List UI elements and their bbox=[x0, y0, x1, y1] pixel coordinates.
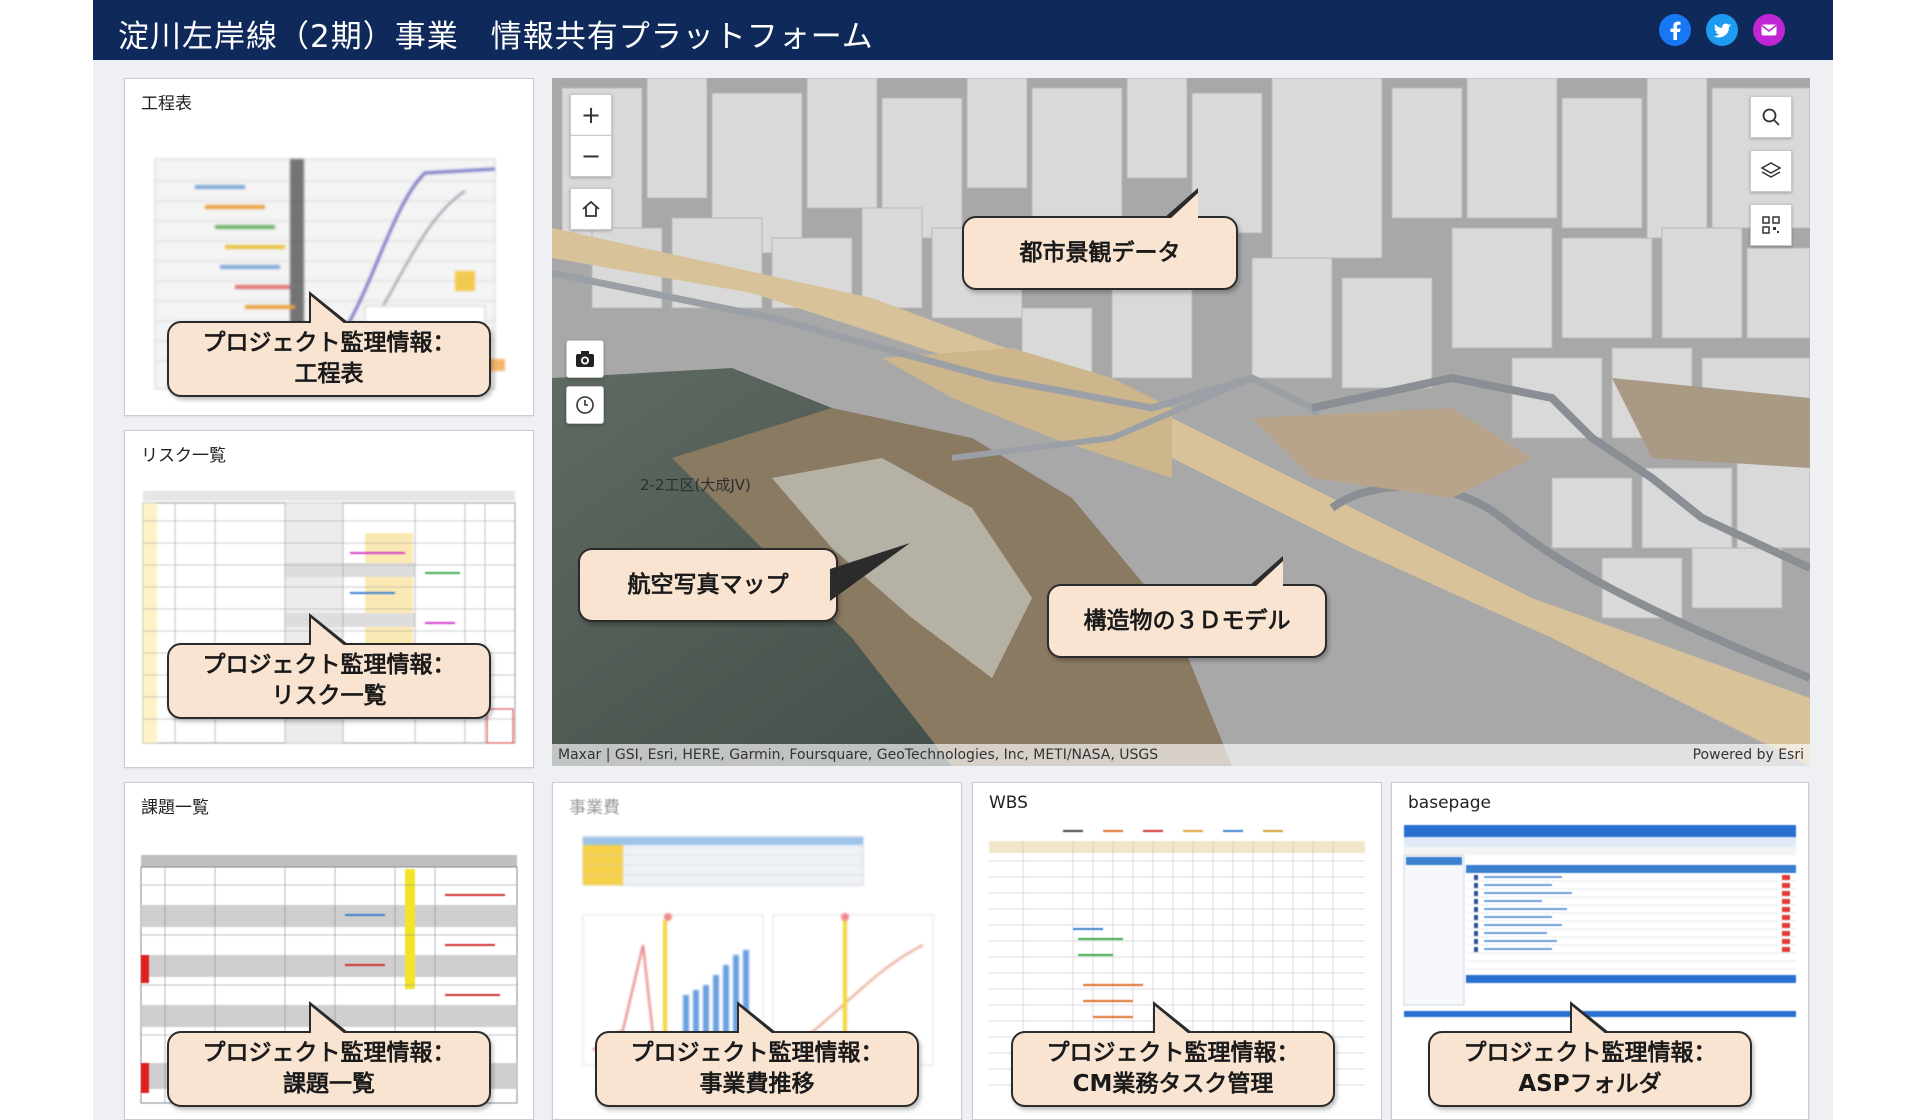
wbs-panel-title: WBS bbox=[989, 793, 1028, 813]
basepage-callout-line2: ASPフォルダ bbox=[1518, 1071, 1662, 1097]
map-scene bbox=[552, 78, 1810, 766]
search-icon bbox=[1762, 108, 1780, 126]
schedule-panel[interactable]: 工程表 プロジェクト監理情報： 工程表 bbox=[124, 78, 534, 416]
cost-panel[interactable]: 事業費 プロジェクト監理情報： 事業費推移 bbox=[552, 782, 962, 1120]
basepage-panel-title: basepage bbox=[1408, 793, 1491, 813]
basepage-panel[interactable]: basepage プロジェクト監理情報： ASPフォルダ bbox=[1391, 782, 1809, 1120]
city-model-callout: 都市景観データ bbox=[962, 188, 1238, 290]
risk-panel[interactable]: リスク一覧 プロジェクト監理情報： リスク一覧 bbox=[124, 430, 534, 768]
snapshot-button[interactable] bbox=[566, 340, 604, 378]
camera-icon bbox=[576, 351, 594, 367]
schedule-callout-line2: 工程表 bbox=[294, 361, 364, 387]
twitter-icon[interactable] bbox=[1705, 13, 1739, 47]
risk-callout-line2: リスク一覧 bbox=[271, 683, 387, 709]
risk-callout-line1: プロジェクト監理情報： bbox=[202, 652, 456, 678]
wbs-callout-line2: CM業務タスク管理 bbox=[1072, 1071, 1274, 1097]
cost-callout-line2: 事業費推移 bbox=[699, 1071, 815, 1097]
home-button[interactable] bbox=[570, 188, 612, 230]
powered-by-esri[interactable]: Powered by Esri bbox=[1693, 747, 1804, 763]
issues-panel[interactable]: 課題一覧 プロジェクト監理情報： 課題一覧 bbox=[124, 782, 534, 1120]
basepage-callout-line1: プロジェクト監理情報： bbox=[1463, 1040, 1717, 1066]
structure-3d-callout: 構造物の３Ｄモデル bbox=[1047, 556, 1327, 658]
search-button[interactable] bbox=[1750, 96, 1792, 138]
basepage-callout: プロジェクト監理情報： ASPフォルダ bbox=[1428, 1001, 1752, 1107]
qr-code-button[interactable] bbox=[1750, 204, 1792, 246]
map-attribution-bar: Maxar | GSI, Esri, HERE, Garmin, Foursqu… bbox=[552, 744, 1810, 766]
cost-callout: プロジェクト監理情報： 事業費推移 bbox=[595, 1001, 919, 1107]
app-title: 淀川左岸線（2期）事業 情報共有プラットフォーム bbox=[118, 19, 874, 55]
issues-callout: プロジェクト監理情報： 課題一覧 bbox=[167, 1001, 491, 1107]
wbs-callout: プロジェクト監理情報： CM業務タスク管理 bbox=[1011, 1001, 1335, 1107]
schedule-panel-title: 工程表 bbox=[141, 94, 192, 114]
clock-icon bbox=[576, 396, 594, 414]
structure-3d-callout-text: 構造物の３Ｄモデル bbox=[1083, 607, 1291, 634]
zoom-in-button[interactable]: + bbox=[570, 94, 612, 136]
zoom-out-button[interactable]: − bbox=[570, 135, 612, 177]
email-icon[interactable] bbox=[1752, 13, 1786, 47]
layers-button[interactable] bbox=[1750, 150, 1792, 192]
layers-icon bbox=[1760, 162, 1782, 178]
qr-code-icon bbox=[1762, 216, 1780, 234]
issues-callout-line1: プロジェクト監理情報： bbox=[202, 1040, 456, 1066]
cost-panel-title: 事業費 bbox=[569, 798, 620, 818]
header-bar: 淀川左岸線（2期）事業 情報共有プラットフォーム bbox=[93, 0, 1833, 60]
home-icon bbox=[582, 200, 600, 217]
issues-panel-title: 課題一覧 bbox=[141, 798, 209, 818]
city-model-callout-text: 都市景観データ bbox=[1019, 239, 1181, 266]
schedule-callout: プロジェクト監理情報： 工程表 bbox=[167, 291, 491, 397]
construction-area-label: 2-2工区(大成JV) bbox=[640, 476, 751, 494]
schedule-callout-line1: プロジェクト監理情報： bbox=[202, 330, 456, 356]
aerial-photo-callout-text: 航空写真マップ bbox=[627, 571, 789, 598]
time-button[interactable] bbox=[566, 386, 604, 424]
issues-callout-line2: 課題一覧 bbox=[283, 1071, 375, 1097]
map-attribution[interactable]: Maxar | GSI, Esri, HERE, Garmin, Foursqu… bbox=[558, 747, 1158, 763]
3d-map-view[interactable]: 2-2工区(大成JV) + − 都市景観データ 航空写真マップ 構造物の３Ｄモデ… bbox=[552, 78, 1810, 766]
aerial-photo-callout: 航空写真マップ bbox=[578, 543, 910, 622]
risk-callout: プロジェクト監理情報： リスク一覧 bbox=[167, 613, 491, 719]
zoom-out-icon: − bbox=[580, 142, 602, 170]
cost-callout-line1: プロジェクト監理情報： bbox=[630, 1040, 884, 1066]
wbs-panel[interactable]: WBS プロジェクト監理情報： CM業務タスク管理 bbox=[972, 782, 1382, 1120]
facebook-icon[interactable] bbox=[1658, 13, 1692, 47]
wbs-callout-line1: プロジェクト監理情報： bbox=[1046, 1040, 1300, 1066]
risk-panel-title: リスク一覧 bbox=[141, 446, 226, 466]
zoom-in-icon: + bbox=[580, 101, 602, 129]
